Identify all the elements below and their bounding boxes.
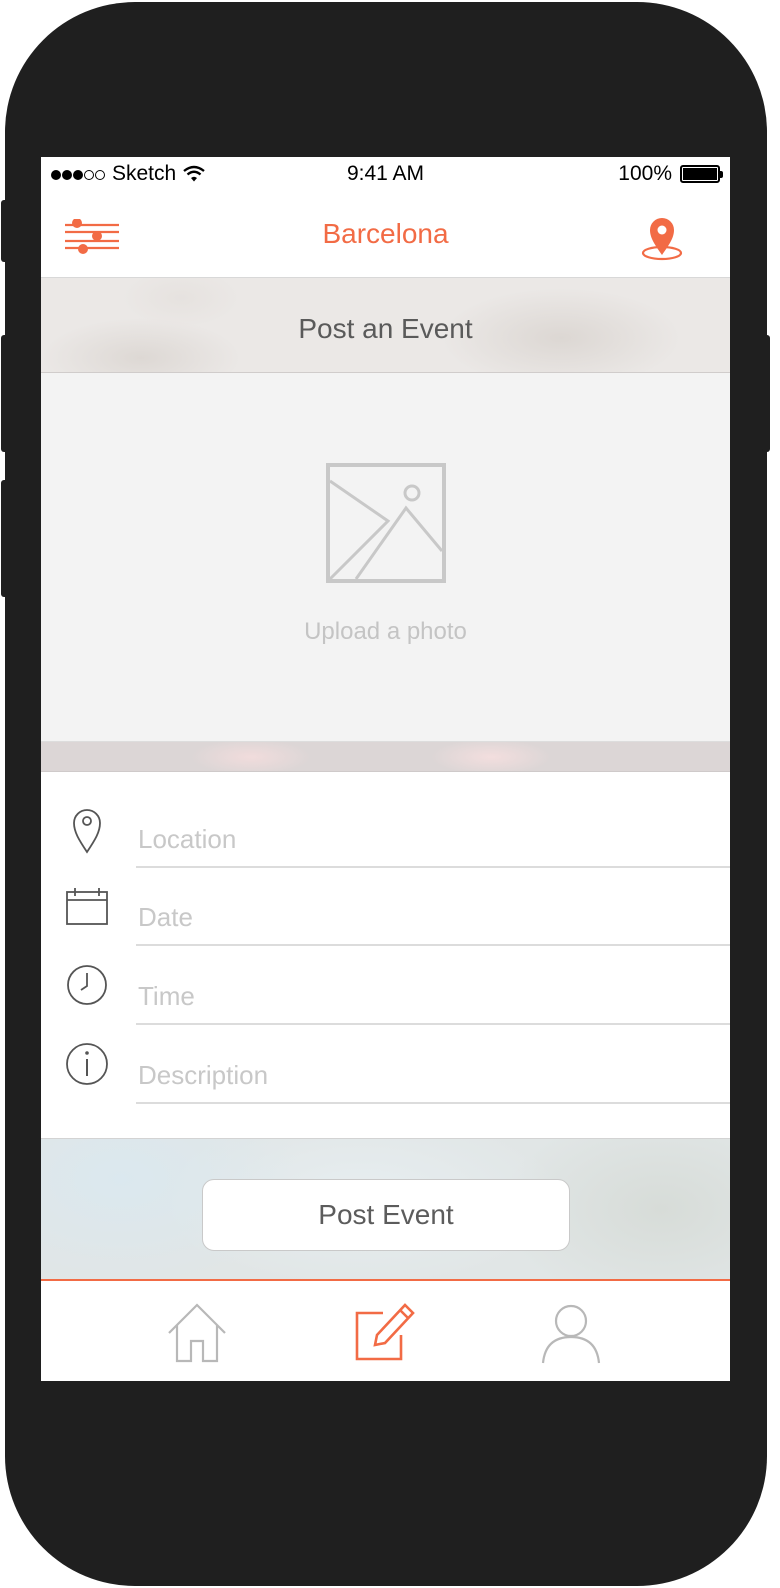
- compose-icon[interactable]: [353, 1301, 417, 1365]
- volume-down-button: [1, 480, 9, 597]
- date-field[interactable]: Date: [136, 892, 730, 946]
- upload-photo-label: Upload a photo: [304, 618, 467, 645]
- location-row: Location: [41, 790, 730, 868]
- post-event-button[interactable]: Post Event: [202, 1179, 570, 1251]
- tab-bar: [41, 1281, 730, 1381]
- info-icon: [66, 1043, 108, 1085]
- volume-up-button: [1, 335, 9, 452]
- background-strip: [41, 742, 730, 772]
- section-header: Post an Event: [41, 278, 730, 373]
- battery-icon: [680, 165, 723, 183]
- status-right: 100%: [618, 162, 723, 186]
- nav-bar: Barcelona: [41, 193, 730, 278]
- status-bar: Sketch 9:41 AM 100%: [41, 157, 730, 193]
- power-button: [762, 335, 770, 452]
- nav-title: Barcelona: [322, 218, 449, 249]
- location-field[interactable]: Location: [136, 814, 730, 868]
- time-row: Time: [41, 947, 730, 1025]
- date-row: Date: [41, 868, 730, 946]
- location-pin-icon: [73, 809, 101, 854]
- post-panel: Post Event: [41, 1138, 730, 1281]
- section-title: Post an Event: [298, 313, 473, 344]
- home-icon[interactable]: [165, 1301, 229, 1365]
- app-screen: Sketch 9:41 AM 100% Barcelona Post an Ev…: [41, 157, 730, 1381]
- upload-photo-area[interactable]: Upload a photo: [41, 373, 730, 742]
- calendar-icon: [66, 888, 108, 925]
- image-placeholder-icon: [326, 463, 446, 583]
- time-field[interactable]: Time: [136, 971, 730, 1025]
- description-field[interactable]: Description: [136, 1050, 730, 1104]
- profile-icon[interactable]: [539, 1301, 603, 1365]
- battery-percent: 100%: [618, 162, 672, 185]
- clock-icon: [67, 965, 107, 1005]
- mute-switch: [1, 200, 9, 262]
- event-form: Location Date Time Description: [41, 772, 730, 1138]
- location-pin-icon[interactable]: [637, 213, 687, 263]
- description-row: Description: [41, 1026, 730, 1104]
